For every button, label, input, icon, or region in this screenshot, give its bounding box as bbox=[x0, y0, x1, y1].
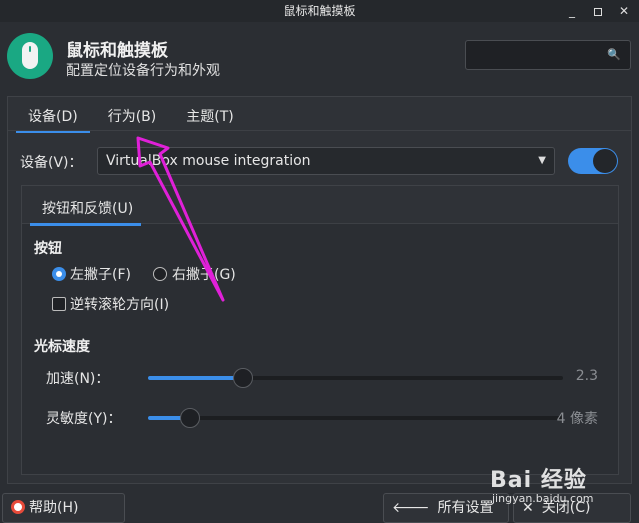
help-button-label: 帮助(H) bbox=[29, 500, 79, 516]
watermark-url: jingyan.baidu.com bbox=[492, 492, 594, 505]
baidu-watermark: Bai 经验 jingyan.baidu.com bbox=[490, 452, 630, 512]
arrow-left-icon: 🡐 bbox=[392, 500, 430, 516]
lifebuoy-icon bbox=[11, 500, 25, 514]
watermark-text: Bai 经验 bbox=[490, 468, 587, 493]
help-button[interactable]: 帮助(H) bbox=[2, 493, 125, 523]
annotation-arrow bbox=[136, 136, 225, 302]
